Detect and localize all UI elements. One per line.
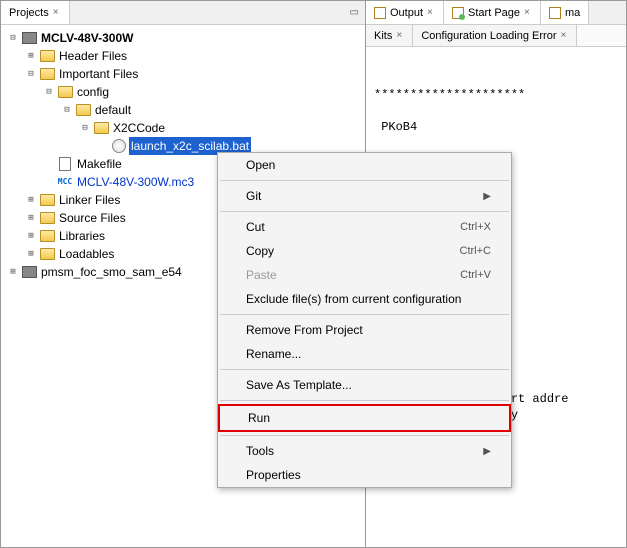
menu-exclude[interactable]: Exclude file(s) from current configurati…	[218, 287, 511, 311]
collapse-icon[interactable]: ⊟	[79, 122, 91, 134]
close-icon[interactable]: ×	[524, 9, 532, 17]
bat-file-icon	[111, 139, 127, 153]
menu-properties[interactable]: Properties	[218, 463, 511, 487]
folder-icon	[93, 121, 109, 135]
node-header-files[interactable]: ⊞ Header Files	[25, 47, 359, 65]
collapse-icon[interactable]: ⊟	[7, 32, 19, 44]
tab-ma[interactable]: ma	[541, 1, 589, 24]
menu-separator	[220, 314, 509, 315]
menu-git[interactable]: Git▶	[218, 184, 511, 208]
menu-separator	[220, 211, 509, 212]
menu-tools[interactable]: Tools▶	[218, 439, 511, 463]
folder-icon	[39, 247, 55, 261]
menu-open[interactable]: Open	[218, 153, 511, 177]
expand-icon[interactable]: ⊞	[25, 50, 37, 62]
close-icon[interactable]: ×	[560, 32, 568, 40]
expand-icon[interactable]: ⊞	[25, 194, 37, 206]
tab-start-page[interactable]: Start Page ×	[444, 1, 541, 24]
menu-separator	[220, 435, 509, 436]
menu-paste: PasteCtrl+V	[218, 263, 511, 287]
chip-icon	[21, 265, 37, 279]
file-icon	[57, 157, 73, 171]
node-default[interactable]: ⊟ default	[61, 101, 359, 119]
tree-root[interactable]: ⊟ MCLV-48V-300W	[7, 29, 359, 47]
tab-output[interactable]: Output ×	[366, 1, 444, 24]
right-tab-bar: Output × Start Page × ma	[366, 1, 626, 25]
menu-separator	[220, 400, 509, 401]
minimize-icon[interactable]: ▭	[344, 4, 365, 21]
close-icon[interactable]: ×	[396, 32, 404, 40]
page-icon	[452, 7, 464, 19]
page-icon	[374, 7, 386, 19]
folder-icon	[39, 193, 55, 207]
chip-icon	[21, 31, 37, 45]
chevron-right-icon: ▶	[483, 191, 491, 202]
expand-icon[interactable]: ⊞	[25, 248, 37, 260]
chevron-right-icon: ▶	[483, 446, 491, 457]
menu-run[interactable]: Run	[218, 404, 511, 432]
subtab-kits[interactable]: Kits ×	[366, 25, 413, 46]
folder-icon	[39, 211, 55, 225]
tab-projects[interactable]: Projects ×	[1, 1, 70, 24]
folder-icon	[39, 67, 55, 81]
close-icon[interactable]: ×	[427, 9, 435, 17]
menu-cut[interactable]: CutCtrl+X	[218, 215, 511, 239]
node-x2ccode[interactable]: ⊟ X2CCode	[79, 119, 359, 137]
menu-save-template[interactable]: Save As Template...	[218, 373, 511, 397]
collapse-icon[interactable]: ⊟	[25, 68, 37, 80]
node-config[interactable]: ⊟ config	[43, 83, 359, 101]
subtab-config-error[interactable]: Configuration Loading Error ×	[413, 25, 577, 46]
menu-separator	[220, 180, 509, 181]
left-tab-bar: Projects × ▭	[1, 1, 365, 25]
menu-separator	[220, 369, 509, 370]
expand-icon[interactable]: ⊞	[25, 230, 37, 242]
tab-projects-label: Projects	[9, 7, 49, 19]
folder-icon	[75, 103, 91, 117]
close-icon[interactable]: ×	[53, 9, 61, 17]
folder-icon	[57, 85, 73, 99]
sub-tab-bar: Kits × Configuration Loading Error ×	[366, 25, 626, 47]
mcc-icon: MCC	[57, 175, 73, 189]
node-important-files[interactable]: ⊟ Important Files	[25, 65, 359, 83]
collapse-icon[interactable]: ⊟	[61, 104, 73, 116]
root-label: MCLV-48V-300W	[39, 29, 135, 47]
folder-icon	[39, 49, 55, 63]
expand-icon[interactable]: ⊞	[7, 266, 19, 278]
menu-rename[interactable]: Rename...	[218, 342, 511, 366]
folder-icon	[39, 229, 55, 243]
context-menu: Open Git▶ CutCtrl+X CopyCtrl+C PasteCtrl…	[217, 152, 512, 488]
menu-remove[interactable]: Remove From Project	[218, 318, 511, 342]
page-icon	[549, 7, 561, 19]
expand-icon[interactable]: ⊞	[25, 212, 37, 224]
collapse-icon[interactable]: ⊟	[43, 86, 55, 98]
menu-copy[interactable]: CopyCtrl+C	[218, 239, 511, 263]
